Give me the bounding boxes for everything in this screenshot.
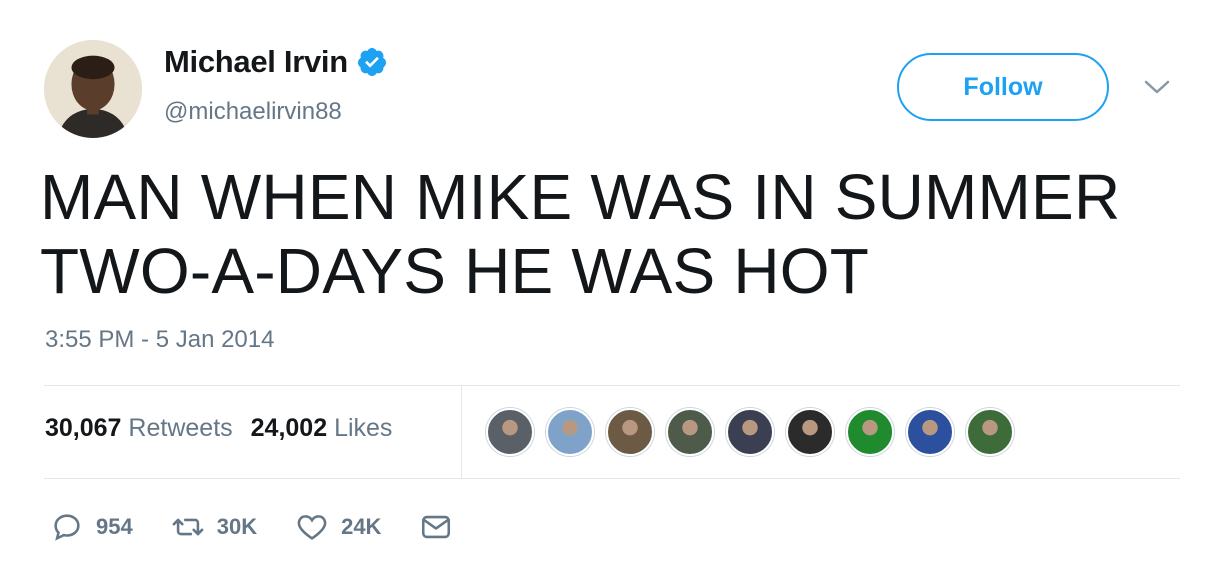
tweet-timestamp[interactable]: 3:55 PM - 5 Jan 2014 [45,326,274,354]
retweet-icon [172,518,204,536]
likes-stat[interactable]: 24,002 Likes [251,414,393,443]
display-name[interactable]: Michael Irvin [164,44,348,80]
stats-vertical-divider [461,386,462,478]
tweet-actions: 954 30K 24K [50,510,491,544]
liker-avatar-7[interactable] [846,408,894,456]
retweets-count: 30,067 [45,414,122,442]
tweet-text: MAN WHEN MIKE WAS IN SUMMER TWO-A-DAYS H… [40,160,1200,308]
liker-avatar-4[interactable] [666,408,714,456]
retweet-button[interactable]: 30K [171,510,257,544]
profile-avatar[interactable] [44,40,142,138]
direct-message-button[interactable] [419,510,453,544]
liker-avatar-1[interactable] [486,408,534,456]
like-count: 24K [341,514,382,539]
tweet-stats: 30,067 Retweets 24,002 Likes [45,414,392,443]
liker-avatar-5[interactable] [726,408,774,456]
liker-avatar-9[interactable] [966,408,1014,456]
divider-bottom [44,478,1180,479]
retweets-stat[interactable]: 30,067 Retweets [45,414,233,443]
retweets-label: Retweets [128,414,233,442]
likes-count: 24,002 [250,414,328,442]
chevron-down-icon[interactable] [1142,76,1172,98]
reply-count: 954 [96,514,133,539]
liker-avatar-8[interactable] [906,408,954,456]
follow-button[interactable]: Follow [897,53,1109,121]
liker-avatar-3[interactable] [606,408,654,456]
verified-badge-icon [356,46,388,78]
heart-icon [297,515,327,540]
name-row: Michael Irvin [164,44,388,80]
retweet-count: 30K [216,514,258,539]
tweet-text-line-2: TWO-A-DAYS HE WAS HOT [40,235,870,307]
like-button[interactable]: 24K [295,510,381,544]
liker-avatar-6[interactable] [786,408,834,456]
tweet-text-line-1: MAN WHEN MIKE WAS IN SUMMER [40,161,1121,233]
reply-button[interactable]: 954 [50,510,133,544]
liker-avatars [486,408,1014,456]
likes-label: Likes [334,414,393,442]
liker-avatar-2[interactable] [546,408,594,456]
reply-icon [54,514,80,541]
divider-top [44,385,1180,386]
direct-message-icon [422,515,451,539]
user-handle[interactable]: @michaelirvin88 [164,98,342,126]
